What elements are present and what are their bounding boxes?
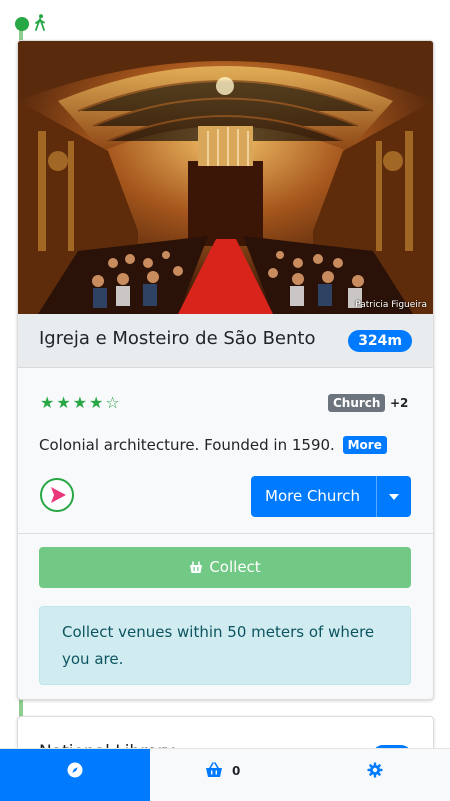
tab-basket[interactable]: 0 [150,749,300,801]
basket-collect-icon [190,561,203,573]
bottom-tab-bar: 0 [0,748,450,801]
compass-icon [67,762,83,778]
collect-info-alert: Collect venues within 50 meters of where… [39,606,411,685]
tab-settings[interactable] [300,749,450,801]
more-category-split-button[interactable]: More Church [251,476,411,517]
venue-photo: Patricia Figueira [18,41,433,314]
description-text: Colonial architecture. Founded in 1590. [39,436,335,454]
walking-icon [35,14,45,31]
navigation-arrow-icon [51,487,66,503]
venue-card: Patricia Figueira Igreja e Mosteiro de S… [17,40,434,700]
category-badge: Church [328,394,386,412]
more-link[interactable]: More [342,436,387,454]
basket-count: 0 [232,764,241,778]
navigate-button[interactable] [40,478,74,512]
gear-icon [367,762,383,778]
timeline-current-location-dot [15,17,29,31]
category-extra-count: +2 [390,396,409,410]
photo-credit: Patricia Figueira [355,300,427,310]
venue-description: Colonial architecture. Founded in 1590. … [39,436,387,454]
collect-button[interactable]: Collect [39,547,411,588]
chevron-down-icon [389,494,399,500]
dropdown-toggle[interactable] [376,476,411,517]
collect-button-label: Collect [209,558,261,576]
shopping-basket-icon [206,762,222,777]
venue-title-bar[interactable]: Igreja e Mosteiro de São Bento 324m [18,314,433,368]
tab-explore[interactable] [0,749,150,801]
divider [18,533,433,534]
distance-badge: 324m [348,330,412,352]
more-category-button[interactable]: More Church [265,487,360,505]
venue-name: Igreja e Mosteiro de São Bento [39,328,316,349]
star-rating: ★★★★☆ [40,393,122,412]
